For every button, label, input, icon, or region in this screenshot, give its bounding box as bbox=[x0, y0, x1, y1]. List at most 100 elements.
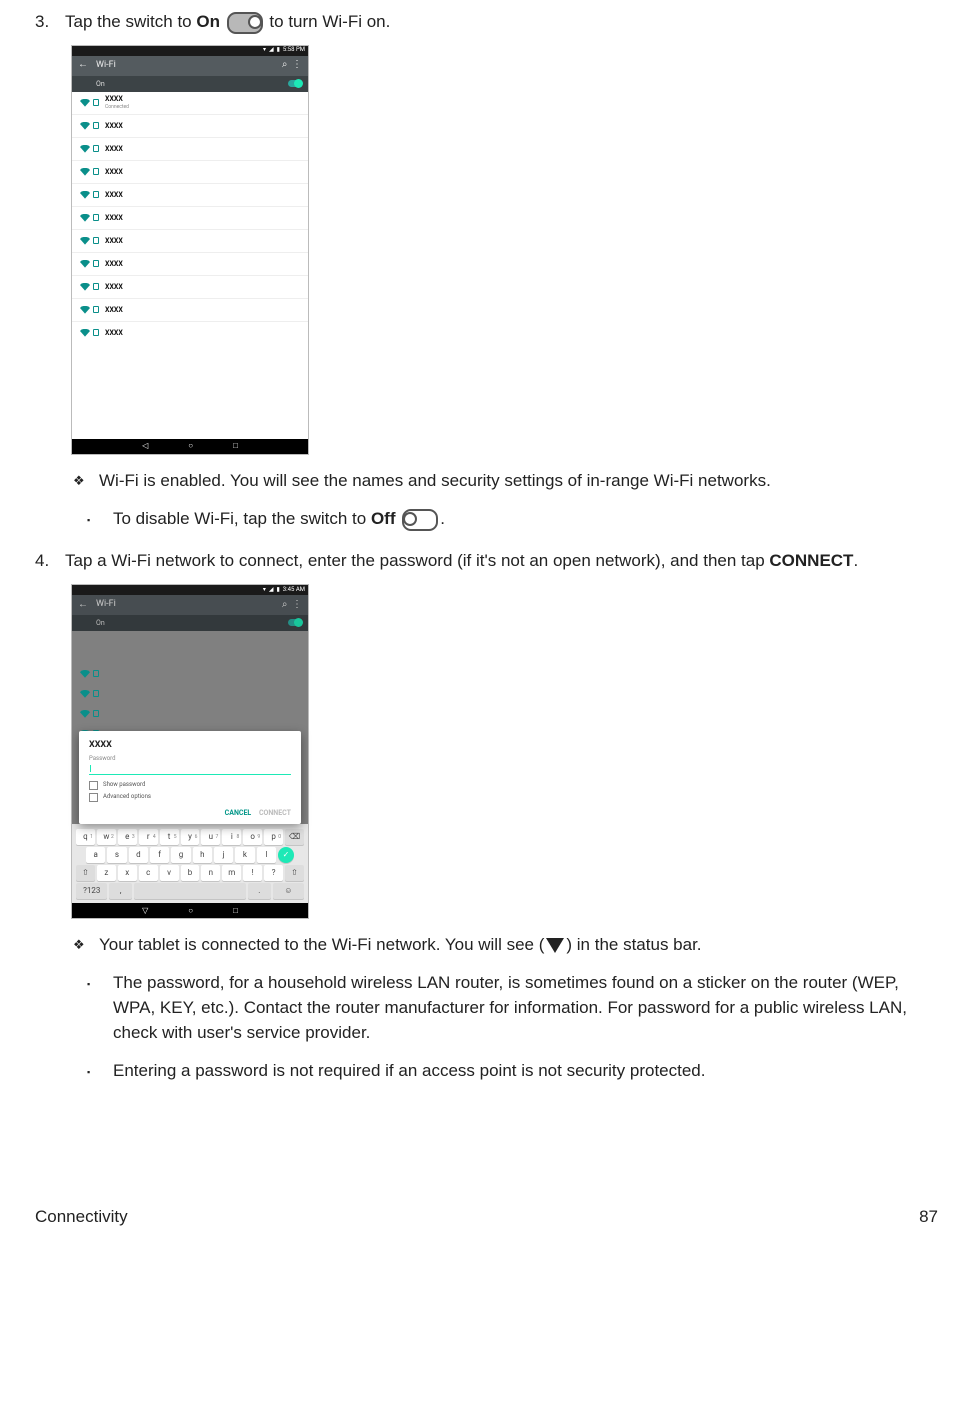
key-q[interactable]: 1q bbox=[76, 829, 95, 845]
nav-home-icon[interactable]: ○ bbox=[188, 440, 193, 452]
wifi-switch[interactable] bbox=[288, 80, 302, 87]
network-row[interactable]: XXXX bbox=[72, 276, 308, 299]
clock: 5:58 PM bbox=[283, 46, 305, 55]
key-s[interactable]: s bbox=[107, 847, 126, 863]
key-backspace[interactable]: ⌫ bbox=[285, 829, 304, 845]
password-input[interactable] bbox=[89, 764, 291, 775]
clock: 3:45 AM bbox=[283, 586, 305, 595]
back-icon[interactable]: ← bbox=[78, 58, 88, 73]
network-row[interactable]: XXXX bbox=[72, 207, 308, 230]
key-k[interactable]: k bbox=[235, 847, 254, 863]
bullet-connected: ❖ Your tablet is connected to the Wi-Fi … bbox=[73, 933, 938, 958]
key-question[interactable]: ? bbox=[264, 865, 283, 881]
key-y[interactable]: 6y bbox=[181, 829, 200, 845]
network-row[interactable]: XXXX bbox=[72, 253, 308, 276]
wifi-switch[interactable] bbox=[288, 619, 302, 626]
key-l[interactable]: l bbox=[257, 847, 276, 863]
lock-icon bbox=[93, 306, 99, 313]
key-p[interactable]: 0p bbox=[264, 829, 283, 845]
wifi-icon bbox=[80, 260, 90, 268]
key-v[interactable]: v bbox=[160, 865, 179, 881]
wifi-icon bbox=[80, 670, 90, 678]
key-space[interactable] bbox=[134, 883, 246, 899]
wifi-icon bbox=[80, 191, 90, 199]
step-number: 3. bbox=[35, 10, 65, 35]
lock-icon bbox=[93, 329, 99, 336]
nav-back-icon[interactable]: ▽ bbox=[142, 905, 148, 917]
wifi-status-icon: ▾ bbox=[263, 46, 266, 55]
key-h[interactable]: h bbox=[193, 847, 212, 863]
key-r[interactable]: 4r bbox=[139, 829, 158, 845]
show-password-checkbox[interactable]: Show password bbox=[89, 781, 291, 790]
step-4: 4. Tap a Wi-Fi network to connect, enter… bbox=[35, 549, 938, 574]
key-shift-right[interactable]: ⇧ bbox=[285, 865, 304, 881]
key-symbols[interactable]: ?123 bbox=[76, 883, 107, 899]
key-g[interactable]: g bbox=[171, 847, 190, 863]
diamond-bullet-icon: ❖ bbox=[73, 933, 99, 958]
network-row[interactable]: XXXX bbox=[72, 115, 308, 138]
wifi-status-icon bbox=[546, 938, 564, 953]
key-w[interactable]: 2w bbox=[97, 829, 116, 845]
wifi-status-icon: ▾ bbox=[263, 586, 266, 595]
network-row[interactable]: XXXX bbox=[72, 299, 308, 322]
key-e[interactable]: 3e bbox=[118, 829, 137, 845]
toggle-off-icon bbox=[402, 509, 438, 531]
signal-icon: ◢ bbox=[269, 586, 274, 595]
network-row[interactable]: XXXX bbox=[72, 138, 308, 161]
checkbox-icon bbox=[89, 781, 98, 790]
wifi-state-label: On bbox=[96, 79, 105, 89]
network-row[interactable]: XXXX bbox=[72, 322, 308, 344]
key-comma[interactable]: , bbox=[109, 883, 131, 899]
nav-back-icon[interactable]: ◁ bbox=[142, 440, 148, 452]
search-icon[interactable]: ⌕ bbox=[282, 58, 288, 73]
key-i[interactable]: 8i bbox=[222, 829, 241, 845]
key-exclaim[interactable]: ! bbox=[243, 865, 262, 881]
network-row[interactable]: XXXX bbox=[72, 184, 308, 207]
network-row[interactable]: XXXX bbox=[72, 161, 308, 184]
key-enter[interactable]: ✓ bbox=[278, 847, 294, 863]
cancel-button[interactable]: CANCEL bbox=[225, 809, 252, 817]
key-d[interactable]: d bbox=[129, 847, 148, 863]
network-row[interactable]: XXXX bbox=[72, 230, 308, 253]
wifi-state-label: On bbox=[96, 618, 105, 628]
key-shift[interactable]: ⇧ bbox=[76, 865, 95, 881]
key-m[interactable]: m bbox=[222, 865, 241, 881]
wifi-icon bbox=[80, 214, 90, 222]
key-emoji[interactable]: ☺ bbox=[273, 883, 304, 899]
app-bar: ← Wi-Fi ⌕ ⋮ bbox=[72, 56, 308, 76]
key-a[interactable]: a bbox=[86, 847, 105, 863]
key-t[interactable]: 5t bbox=[160, 829, 179, 845]
key-j[interactable]: j bbox=[214, 847, 233, 863]
key-n[interactable]: n bbox=[201, 865, 220, 881]
key-u[interactable]: 7u bbox=[201, 829, 220, 845]
lock-icon bbox=[93, 191, 99, 198]
wifi-icon bbox=[80, 690, 90, 698]
key-x[interactable]: x bbox=[118, 865, 137, 881]
key-f[interactable]: f bbox=[150, 847, 169, 863]
wifi-toggle-row: On bbox=[72, 76, 308, 92]
network-row bbox=[72, 664, 308, 684]
key-b[interactable]: b bbox=[181, 865, 200, 881]
step-text: Tap a Wi-Fi network to connect, enter th… bbox=[65, 549, 938, 574]
connect-button[interactable]: CONNECT bbox=[259, 809, 291, 817]
nav-home-icon[interactable]: ○ bbox=[188, 905, 193, 917]
search-icon[interactable]: ⌕ bbox=[282, 598, 288, 613]
key-o[interactable]: 9o bbox=[243, 829, 262, 845]
overflow-icon[interactable]: ⋮ bbox=[292, 598, 302, 613]
key-c[interactable]: c bbox=[139, 865, 158, 881]
nav-recent-icon[interactable]: □ bbox=[233, 440, 238, 452]
nav-bar: ◁ ○ □ bbox=[72, 439, 308, 454]
key-z[interactable]: z bbox=[97, 865, 116, 881]
nav-recent-icon[interactable]: □ bbox=[233, 905, 238, 917]
advanced-options-checkbox[interactable]: Advanced options bbox=[89, 793, 291, 802]
app-bar: ← Wi-Fi ⌕ ⋮ bbox=[72, 595, 308, 615]
diamond-bullet-icon: ❖ bbox=[73, 469, 99, 494]
key-period[interactable]: . bbox=[248, 883, 270, 899]
bullet-wifi-enabled: ❖ Wi-Fi is enabled. You will see the nam… bbox=[73, 469, 938, 494]
wifi-icon bbox=[80, 283, 90, 291]
wifi-icon bbox=[80, 306, 90, 314]
network-row[interactable]: XXXXConnected bbox=[72, 92, 308, 115]
square-bullet-icon: ▪ bbox=[87, 1059, 113, 1085]
back-icon[interactable]: ← bbox=[78, 598, 88, 613]
overflow-icon[interactable]: ⋮ bbox=[292, 58, 302, 73]
